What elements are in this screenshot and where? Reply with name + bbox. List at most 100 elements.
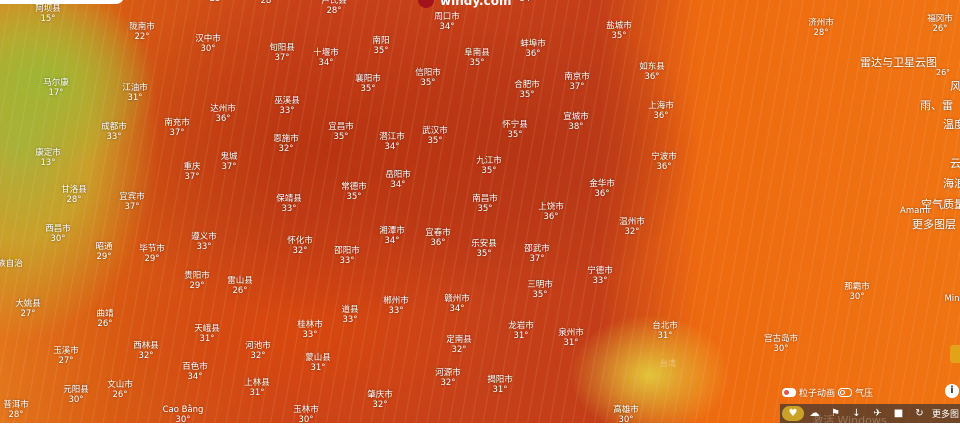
city-label[interactable]: 乐安县 35° xyxy=(471,239,497,259)
city-label[interactable]: 南京市 37° xyxy=(564,72,590,92)
city-label[interactable]: 34° xyxy=(519,0,534,4)
city-label[interactable]: 贵阳市 29° xyxy=(184,271,210,291)
city-label[interactable]: 族自治 xyxy=(0,259,23,269)
side-tab[interactable] xyxy=(950,345,960,363)
city-label[interactable]: 盐城市 35° xyxy=(606,21,632,41)
city-label[interactable]: 邵武市 37° xyxy=(524,244,550,264)
city-label[interactable]: 保靖县 33° xyxy=(276,194,302,214)
city-label[interactable]: 怀化市 32° xyxy=(287,236,313,256)
city-label[interactable]: 宫古岛市 30° xyxy=(764,334,798,354)
city-label[interactable]: 宜昌市 35° xyxy=(328,122,354,142)
city-label[interactable]: 遵义市 33° xyxy=(191,232,217,252)
particles-toggle[interactable]: 粒子动画 xyxy=(782,386,835,399)
city-label[interactable]: 怀宁县 35° xyxy=(502,120,528,140)
menu-rain[interactable]: 雨、雷 xyxy=(920,97,953,113)
city-label[interactable]: 23 xyxy=(210,0,221,4)
city-label[interactable]: 成都市 33° xyxy=(101,122,127,142)
pressure-toggle[interactable]: 气压 xyxy=(838,386,873,399)
city-label[interactable]: 重庆 37° xyxy=(183,162,200,182)
city-label[interactable]: 常德市 35° xyxy=(341,182,367,202)
city-label[interactable]: 定南县 32° xyxy=(446,335,472,355)
city-label[interactable]: 达州市 36° xyxy=(210,104,236,124)
city-label[interactable]: 康定市 13° xyxy=(35,148,61,168)
city-label[interactable]: 宁波市 36° xyxy=(651,152,677,172)
city-label[interactable]: 邵阳市 33° xyxy=(334,246,360,266)
info-icon[interactable]: i xyxy=(945,384,959,398)
city-label[interactable]: 甘洛县 28° xyxy=(61,185,87,205)
city-label[interactable]: 合肥市 35° xyxy=(514,80,540,100)
city-label[interactable]: 宁德市 33° xyxy=(587,266,613,286)
city-label[interactable]: 台北市 31° xyxy=(652,321,678,341)
city-label[interactable]: 文山市 26° xyxy=(107,380,133,400)
city-label[interactable]: 湘潭市 34° xyxy=(379,226,405,246)
city-label[interactable]: 三明市 35° xyxy=(527,280,553,300)
city-label[interactable]: 肇庆市 32° xyxy=(367,390,393,410)
city-label[interactable]: 南昌市 35° xyxy=(472,194,498,214)
menu-air-quality[interactable]: 空气质量 xyxy=(921,196,960,212)
city-label[interactable]: 陇南市 22° xyxy=(129,22,155,42)
city-label[interactable]: Cao Bằng 30° xyxy=(163,405,204,423)
city-label[interactable]: 玉溪市 27° xyxy=(53,346,79,366)
city-label[interactable]: 揭阳市 31° xyxy=(487,375,513,395)
city-label[interactable]: 潜江市 34° xyxy=(379,132,405,152)
menu-radar[interactable]: 雷达与卫星云图 xyxy=(860,54,937,70)
menu-wind[interactable]: 风 xyxy=(950,78,960,94)
city-label[interactable]: 宣城市 38° xyxy=(563,112,589,132)
city-label[interactable]: 巫溪县 33° xyxy=(274,96,300,116)
city-label[interactable]: 阜南县 35° xyxy=(464,48,490,68)
city-label[interactable]: 信阳市 35° xyxy=(415,68,441,88)
city-label[interactable]: 大姚县 27° xyxy=(15,299,41,319)
city-label[interactable]: 卢氏县 28° xyxy=(321,0,347,16)
city-label[interactable]: 济州市 28° xyxy=(808,18,834,38)
city-label[interactable]: 上林县 31° xyxy=(244,378,270,398)
city-label[interactable]: 郴州市 33° xyxy=(383,296,409,316)
city-label[interactable]: 普洱市 28° xyxy=(3,400,29,420)
city-label[interactable]: 如东县 36° xyxy=(639,62,665,82)
city-label[interactable]: 九江市 35° xyxy=(476,156,502,176)
city-label[interactable]: 南充市 37° xyxy=(164,118,190,138)
city-label[interactable]: 武汉市 35° xyxy=(422,126,448,146)
city-label[interactable]: 桂林市 33° xyxy=(297,320,323,340)
city-label[interactable]: 金华市 36° xyxy=(589,179,615,199)
city-label[interactable]: 宜宾市 37° xyxy=(119,192,145,212)
city-label[interactable]: 西林县 32° xyxy=(133,341,159,361)
city-label[interactable]: 岳阳市 34° xyxy=(385,170,411,190)
menu-more-layers[interactable]: 更多图层 xyxy=(912,216,956,232)
video-icon[interactable]: ■ xyxy=(888,408,909,419)
city-label[interactable]: 恩施市 32° xyxy=(273,134,299,154)
city-label[interactable]: 福冈市 26° xyxy=(927,14,953,34)
city-label[interactable]: 上海市 36° xyxy=(648,101,674,121)
city-label[interactable]: 泉州市 31° xyxy=(558,328,584,348)
search-input[interactable] xyxy=(0,0,124,4)
city-label[interactable]: 28° xyxy=(260,0,275,6)
more-button[interactable]: 更多图 xyxy=(932,407,959,420)
city-label[interactable]: 鬼城 37° xyxy=(220,152,237,172)
city-label[interactable]: 上饶市 36° xyxy=(538,202,564,222)
city-label[interactable]: 毕节市 29° xyxy=(139,244,165,264)
city-label[interactable]: 蚌埠市 36° xyxy=(520,39,546,59)
weather-map[interactable]: 阿坝县15°2328°卢氏县28°周口市34°34°陇南市22°汉中市30°旬阳… xyxy=(0,0,960,423)
city-label[interactable]: 蒙山县 31° xyxy=(305,353,331,373)
city-label[interactable]: 马尔康 17° xyxy=(43,78,69,98)
city-label[interactable]: 十堰市 34° xyxy=(313,48,339,68)
favorite-button[interactable]: ♥ xyxy=(782,406,804,421)
menu-waves[interactable]: 海浪 xyxy=(943,175,960,191)
city-label[interactable]: 襄阳市 35° xyxy=(355,74,381,94)
city-label[interactable]: 南阳 35° xyxy=(372,36,389,56)
city-label[interactable]: 雷山县 26° xyxy=(227,276,253,296)
city-label[interactable]: 那霸市 30° xyxy=(844,282,870,302)
city-label[interactable]: 龙岩市 31° xyxy=(508,321,534,341)
city-label[interactable]: Min xyxy=(944,294,959,304)
city-label[interactable]: 元阳县 30° xyxy=(63,385,89,405)
city-label[interactable]: 赣州市 34° xyxy=(444,294,470,314)
city-label[interactable]: 江油市 31° xyxy=(122,83,148,103)
menu-clouds[interactable]: 云 xyxy=(950,155,960,171)
city-label[interactable]: 道县 33° xyxy=(341,305,358,325)
city-label[interactable]: 温州市 32° xyxy=(619,217,645,237)
city-label[interactable]: 宜春市 36° xyxy=(425,228,451,248)
city-label[interactable]: 河源市 32° xyxy=(435,368,461,388)
city-label[interactable]: 昭通 29° xyxy=(95,242,112,262)
menu-temp[interactable]: 温度 xyxy=(943,116,960,132)
city-label[interactable]: 高雄市 30° xyxy=(613,405,639,423)
city-label[interactable]: 玉林市 30° xyxy=(293,405,319,423)
